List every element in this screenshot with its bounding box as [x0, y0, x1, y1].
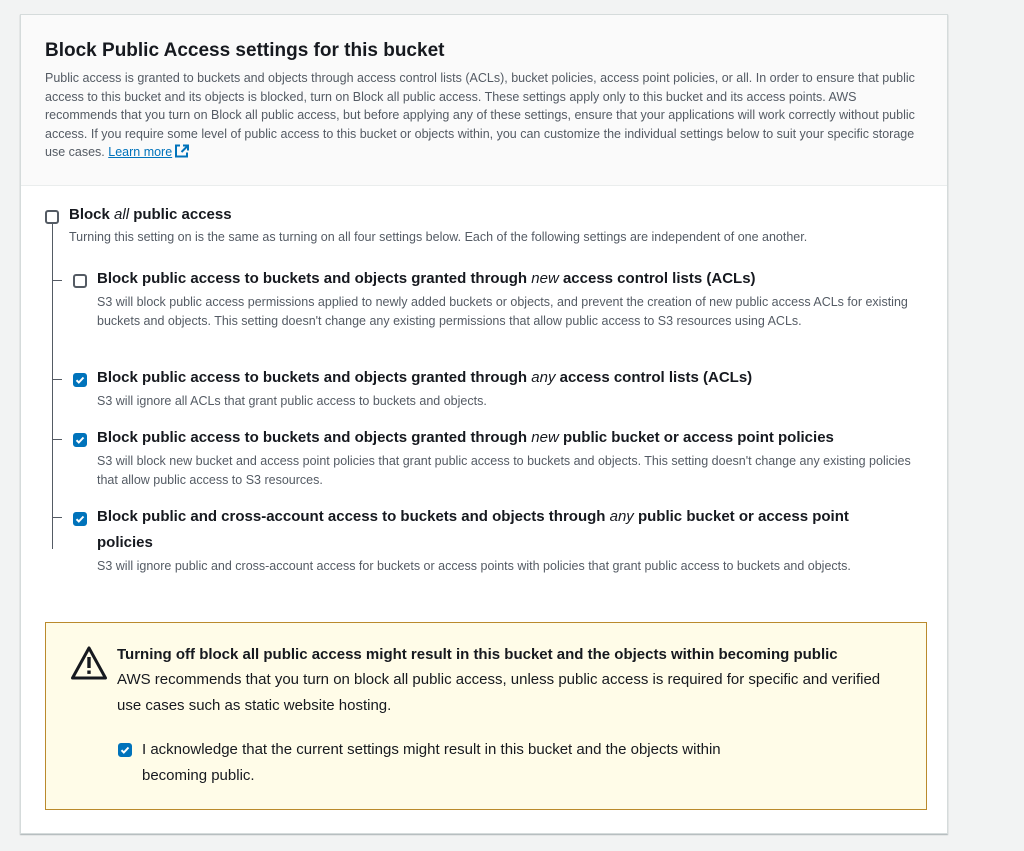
tree-connector-branch — [52, 439, 62, 440]
external-link-icon — [174, 144, 190, 164]
warning-alert: Turning off block all public access migh… — [45, 622, 927, 810]
block-all-title-end: public access — [129, 206, 232, 223]
block-all-description: Turning this setting on is the same as t… — [69, 230, 808, 244]
option-title-start: Block public access to buckets and objec… — [97, 270, 532, 287]
acknowledge-label[interactable]: I acknowledge that the current settings … — [142, 737, 742, 789]
learn-more-label: Learn more — [108, 145, 173, 159]
block-public-access-panel: Block Public Access settings for this bu… — [20, 14, 948, 834]
block-any-policies-description: S3 will ignore public and cross-account … — [97, 559, 851, 573]
block-new-policies-checkbox[interactable] — [73, 433, 87, 447]
option-title-emph: any — [609, 508, 634, 525]
section-title: Block Public Access settings for this bu… — [45, 40, 445, 61]
block-all-title-start: Block — [69, 206, 115, 223]
tree-connector-branch — [52, 280, 62, 281]
block-new-acls-checkbox[interactable] — [73, 274, 87, 288]
block-all-title[interactable]: Block all public access — [69, 202, 232, 228]
warning-triangle-icon — [70, 645, 108, 686]
block-new-policies-title[interactable]: Block public access to buckets and objec… — [97, 425, 834, 451]
block-new-acls-title[interactable]: Block public access to buckets and objec… — [97, 266, 756, 292]
block-any-policies-title[interactable]: Block public and cross-account access to… — [97, 504, 907, 556]
option-title-start: Block public access to buckets and objec… — [97, 429, 532, 446]
option-title-emph: any — [531, 369, 556, 386]
checkmark-icon — [75, 436, 85, 444]
tree-connector-vertical — [52, 221, 53, 549]
tree-connector-branch — [52, 517, 62, 518]
block-any-policies-checkbox[interactable] — [73, 512, 87, 526]
checkmark-icon — [75, 515, 85, 523]
checkmark-icon — [75, 376, 85, 384]
option-title-start: Block public and cross-account access to… — [97, 508, 610, 525]
acknowledge-checkbox[interactable] — [118, 743, 132, 757]
tree-connector-branch — [52, 379, 62, 380]
block-any-acls-checkbox[interactable] — [73, 373, 87, 387]
option-title-end: access control lists (ACLs) — [558, 270, 756, 287]
block-any-acls-title[interactable]: Block public access to buckets and objec… — [97, 365, 752, 391]
panel-header: Block Public Access settings for this bu… — [21, 15, 947, 186]
option-title-end: public bucket or access point policies — [558, 429, 834, 446]
option-title-emph: new — [531, 270, 559, 287]
section-description: Public access is granted to buckets and … — [45, 69, 923, 164]
option-title-start: Block public access to buckets and objec… — [97, 369, 532, 386]
option-title-end: access control lists (ACLs) — [555, 369, 753, 386]
block-new-acls-description: S3 will block public access permissions … — [97, 295, 908, 328]
warning-title: Turning off block all public access migh… — [117, 646, 838, 663]
block-all-title-emph: all — [114, 206, 130, 223]
block-new-policies-description: S3 will block new bucket and access poin… — [97, 454, 911, 487]
warning-text: AWS recommends that you turn on block al… — [117, 671, 881, 714]
option-title-emph: new — [531, 429, 559, 446]
learn-more-link[interactable]: Learn more — [108, 144, 190, 159]
checkmark-icon — [120, 746, 130, 754]
block-any-acls-description: S3 will ignore all ACLs that grant publi… — [97, 394, 487, 408]
block-all-checkbox[interactable] — [45, 210, 59, 224]
